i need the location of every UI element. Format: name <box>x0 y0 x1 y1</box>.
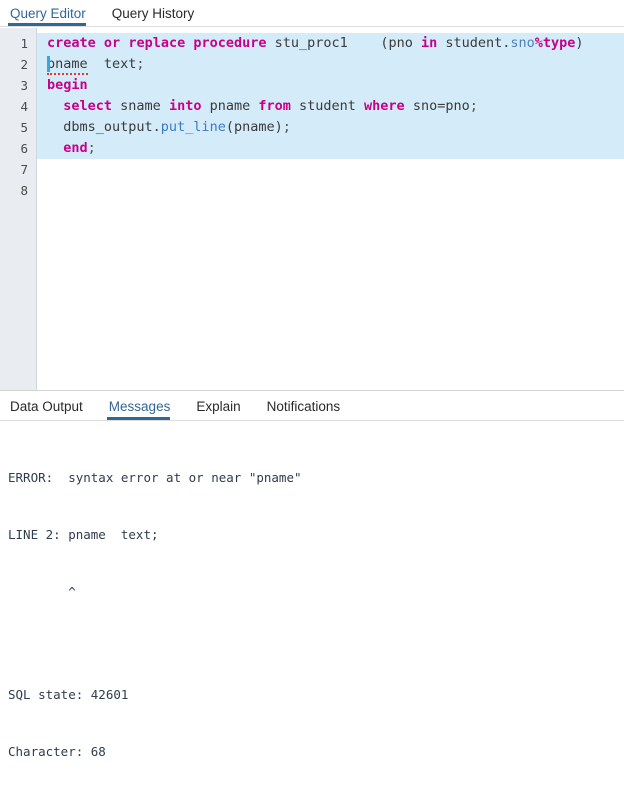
message-sql-state: SQL state: 42601 <box>8 687 129 702</box>
message-error-line: ERROR: syntax error at or near "pname" <box>8 470 302 485</box>
results-pane: Data Output Messages Explain Notificatio… <box>0 391 624 759</box>
code-token: create <box>47 35 96 51</box>
tab-query-editor-label: Query Editor <box>10 5 86 21</box>
tab-notifications[interactable]: Notifications <box>265 398 347 421</box>
code-token: where <box>364 98 405 114</box>
line-number: 5 <box>20 120 28 135</box>
code-line[interactable] <box>37 180 624 201</box>
code-token: text <box>103 56 137 72</box>
line-number: 2 <box>20 57 28 72</box>
code-token: sno <box>510 35 535 51</box>
sql-code-area[interactable]: create or replace procedure stu_proc1 (p… <box>37 28 624 390</box>
code-token: end <box>63 140 88 156</box>
code-token: student <box>290 98 365 114</box>
code-token: from <box>258 98 291 114</box>
code-line[interactable]: pname text; <box>37 54 624 75</box>
message-caret-marker: ^ <box>8 584 76 599</box>
tab-data-output[interactable]: Data Output <box>8 398 89 421</box>
tab-query-editor[interactable]: Query Editor <box>8 5 96 27</box>
tab-query-history[interactable]: Query History <box>110 5 205 27</box>
code-token: ) <box>575 35 584 51</box>
line-number: 4 <box>20 99 28 114</box>
tab-messages-label: Messages <box>108 398 171 414</box>
code-token: ; <box>87 140 96 156</box>
code-token: procedure <box>193 35 267 51</box>
code-token: ; <box>469 98 478 114</box>
code-token-error: pname <box>47 56 88 75</box>
messages-output: ERROR: syntax error at or near "pname" L… <box>0 421 624 799</box>
tab-query-history-label: Query History <box>111 5 195 21</box>
code-line[interactable]: create or replace procedure stu_proc1 (p… <box>37 33 624 54</box>
message-character: Character: 68 <box>8 744 106 759</box>
line-number: 1 <box>20 36 28 51</box>
code-token: into <box>168 98 202 114</box>
message-line-context: LINE 2: pname text; <box>8 527 159 542</box>
code-token: sname <box>112 98 169 114</box>
tab-data-output-label: Data Output <box>10 398 83 414</box>
code-token: stu_proc1 (pno <box>266 35 421 51</box>
code-line[interactable]: dbms_output.put_line(pname); <box>37 117 624 138</box>
tab-explain-label: Explain <box>196 398 241 414</box>
code-token: %type <box>534 35 576 51</box>
text-cursor <box>47 56 50 72</box>
code-line[interactable]: select sname into pname from student whe… <box>37 96 624 117</box>
code-token: (pname) <box>225 119 283 135</box>
code-token: in <box>420 35 438 51</box>
code-token: select <box>63 98 113 114</box>
query-tabbar: Query Editor Query History <box>0 0 624 27</box>
tab-explain[interactable]: Explain <box>194 398 246 421</box>
code-token: student. <box>437 35 511 51</box>
tab-notifications-label: Notifications <box>266 398 341 414</box>
code-line[interactable]: end; <box>37 138 624 159</box>
code-line[interactable] <box>37 159 624 180</box>
line-number: 3 <box>20 78 28 93</box>
code-token: replace <box>128 35 186 51</box>
code-token: ; <box>282 119 291 135</box>
line-number: 6 <box>20 141 28 156</box>
line-number-gutter: 1 2 3 4 5 6 7 8 <box>0 28 37 390</box>
code-token: dbms_output. <box>47 119 161 135</box>
code-token: put_line <box>160 119 226 135</box>
code-token: or <box>103 35 121 51</box>
line-number: 8 <box>20 183 28 198</box>
code-token: pname <box>201 98 259 114</box>
tab-messages[interactable]: Messages <box>106 398 177 421</box>
code-token: ; <box>136 56 145 72</box>
code-line[interactable]: begin <box>37 75 624 96</box>
line-number: 7 <box>20 162 28 177</box>
code-token: begin <box>47 77 88 93</box>
sql-editor-pane[interactable]: 1 2 3 4 5 6 7 8 create or replace proced… <box>0 28 624 390</box>
results-tabbar: Data Output Messages Explain Notificatio… <box>0 391 624 421</box>
code-token: sno=pno <box>404 98 470 114</box>
